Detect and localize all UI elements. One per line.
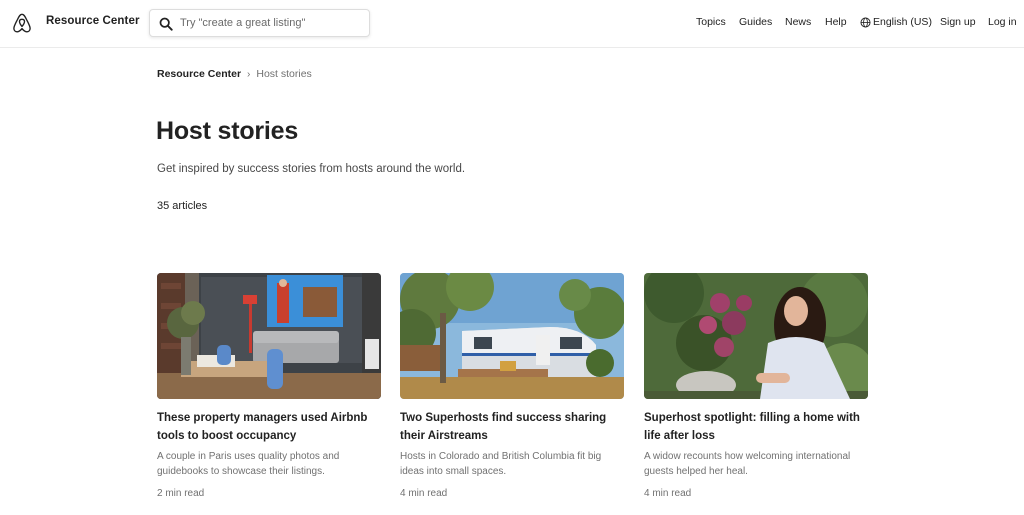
article-card[interactable]: These property managers used Airbnb tool… [157,273,381,499]
sign-up-link[interactable]: Sign up [940,16,976,28]
nav-topics-link[interactable]: Topics [696,16,726,28]
nav-news-link[interactable]: News [785,16,811,28]
log-in-link[interactable]: Log in [988,16,1017,28]
breadcrumb-resource-center-link[interactable]: Resource Center [157,68,241,80]
page-title: Host stories [156,117,299,145]
nav-help-link[interactable]: Help [825,16,847,28]
top-navigation-bar: Resource Center Topics Guides News Help … [0,0,1024,48]
article-read-time: 4 min read [400,488,448,499]
search-box[interactable] [149,9,370,37]
article-card[interactable]: Superhost spotlight: filling a home with… [644,273,868,499]
breadcrumb-current: Host stories [256,68,312,80]
nav-guides-link[interactable]: Guides [739,16,772,28]
breadcrumb-chevron-icon: › [247,69,251,80]
breadcrumb: Resource Center › Host stories [157,68,312,80]
page-subtitle: Get inspired by success stories from hos… [157,163,466,175]
article-title[interactable]: Two Superhosts find success sharing thei… [400,410,624,445]
article-title[interactable]: These property managers used Airbnb tool… [157,410,381,445]
brand-title[interactable]: Resource Center [46,15,140,27]
article-read-time: 2 min read [157,488,205,499]
article-read-time: 4 min read [644,488,692,499]
airstream-trailer-photo[interactable] [400,273,624,399]
article-description: A widow recounts how welcoming internati… [644,451,851,477]
search-icon [159,17,173,31]
airbnb-logo-icon[interactable] [12,12,32,34]
article-count: 35 articles [157,200,208,212]
article-title[interactable]: Superhost spotlight: filling a home with… [644,410,868,445]
article-description: Hosts in Colorado and British Columbia f… [400,451,602,477]
language-selector[interactable]: English (US) [873,16,932,28]
host-with-plant-photo[interactable] [644,273,868,399]
living-room-photo[interactable] [157,273,381,399]
globe-icon[interactable] [860,17,871,28]
article-description: A couple in Paris uses quality photos an… [157,451,340,477]
article-card[interactable]: Two Superhosts find success sharing thei… [400,273,624,499]
search-input[interactable] [180,13,365,33]
